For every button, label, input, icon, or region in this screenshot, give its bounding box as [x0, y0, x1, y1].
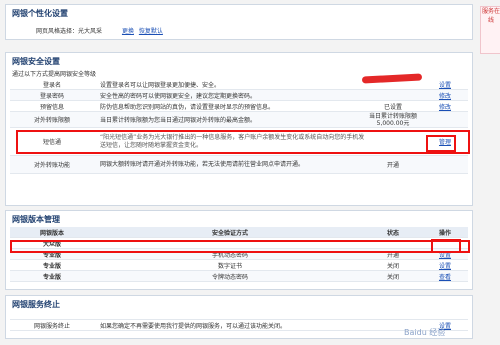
style-label: 网页风格选择：光大风采 — [36, 28, 103, 35]
header-edition: 网银版本 — [39, 229, 64, 237]
edition-name: 专业版 — [42, 262, 61, 270]
edition-header-row: 网银版本 安全验证方式 状态 操作 — [10, 227, 468, 238]
change-style-link[interactable]: 更换 — [122, 28, 134, 35]
termination-name: 网银服务终止 — [33, 322, 70, 330]
personalize-panel: 网银个性化设置 网页风格选择：光大风采 更换 恢复默认 — [5, 4, 473, 40]
edition-name: 专业版 — [42, 273, 61, 281]
row-name: 预留信息 — [39, 103, 64, 111]
highlight-box-sms-row — [16, 130, 470, 154]
security-row-external-transfer: 对外转账功能 网银大额转账时请开通对外转账功能，若无法使用请前往营业网点申请开通… — [10, 156, 468, 174]
edition-row-certificate: 专业版 数字证书 关闭 设置 — [10, 260, 468, 271]
row-status: 已设置 — [383, 103, 402, 111]
edition-method: 数字证书 — [217, 262, 242, 270]
row-name: 登录密码 — [39, 92, 64, 100]
watermark: Baidu 经验 — [404, 328, 446, 337]
personalize-title: 网银个性化设置 — [12, 9, 68, 18]
online-service-label: 服务在线 — [481, 8, 500, 24]
modify-reserved-info-link[interactable]: 修改 — [439, 102, 451, 111]
highlight-box-set — [431, 239, 461, 253]
security-subtitle: 通过以下方式提高网银安全等级 — [12, 71, 97, 78]
header-method: 安全验证方式 — [211, 229, 248, 237]
row-desc: 当日累计转账限额为您当日通过网银对外转账的最高金额。 — [100, 117, 257, 124]
row-name: 登录名 — [42, 81, 61, 89]
termination-panel: 网银服务终止 网银服务终止 如果您确定不再需要使用我行提供的网银服务，可以通过该… — [5, 295, 473, 339]
highlight-box-sms-otp-row — [10, 240, 470, 253]
row-desc: 网银大额转账时请开通对外转账功能，若无法使用请前往营业网点申请开通。 — [100, 161, 305, 168]
termination-desc: 如果您确定不再需要使用我行提供的网银服务，可以通过该功能关闭。 — [100, 322, 287, 330]
security-row-login-password: 登录密码 安全性高的密码可以使网银更安全，建议您定期更换密码。 修改 — [10, 90, 468, 101]
termination-title: 网银服务终止 — [12, 300, 60, 309]
set-certificate-link[interactable]: 设置 — [439, 261, 451, 270]
row-status — [364, 90, 422, 100]
row-name: 对外转账功能 — [33, 162, 70, 169]
row-desc: 设置登录名可以让网银登录更加便捷、安全。 — [100, 81, 221, 89]
view-token-link[interactable]: 查看 — [439, 272, 451, 281]
security-row-transfer-limit: 对外转账限额 当日累计转账限额为您当日通过网银对外转账的最高金额。 当日累计转账… — [10, 112, 468, 128]
security-row-reserved-info: 预留信息 防伪信息帮助您识别网站的真伪，请设置登录时显示的预留信息。 已设置 修… — [10, 101, 468, 112]
set-login-name-link[interactable]: 设置 — [439, 80, 451, 89]
row-name: 对外转账限额 — [33, 117, 70, 124]
edition-row-token: 专业版 令牌动态密码 关闭 查看 — [10, 271, 468, 282]
security-title: 网银安全设置 — [12, 57, 60, 66]
modify-password-link[interactable]: 修改 — [439, 91, 451, 100]
restore-default-link[interactable]: 恢复默认 — [139, 28, 163, 35]
online-service-tab[interactable]: 服务在线 — [480, 6, 500, 54]
row-status: 开通 — [386, 162, 399, 169]
termination-row: 网银服务终止 如果您确定不再需要使用我行提供的网银服务，可以通过该功能关闭。 设… — [10, 319, 468, 331]
row-desc: 防伪信息帮助您识别网站的真伪，请设置登录时显示的预留信息。 — [100, 103, 275, 111]
header-action: 操作 — [438, 229, 451, 237]
edition-title: 网银版本管理 — [12, 215, 60, 224]
edition-status: 关闭 — [386, 262, 399, 270]
edition-status: 关闭 — [386, 273, 399, 281]
header-status: 状态 — [386, 229, 399, 237]
row-desc: 安全性高的密码可以使网银更安全，建议您定期更换密码。 — [100, 92, 257, 100]
highlight-box-manage — [426, 135, 456, 152]
edition-method: 令牌动态密码 — [211, 273, 248, 281]
row-status: 当日累计转账限额 5,000.00元 — [368, 112, 417, 127]
